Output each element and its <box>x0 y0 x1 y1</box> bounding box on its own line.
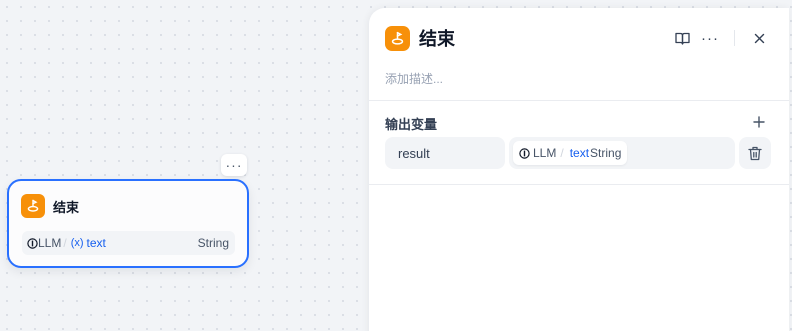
variable-separator: / <box>63 236 67 250</box>
end-node-card[interactable]: 结束 LLM / (x) text String <box>7 179 249 268</box>
end-node-icon <box>385 25 410 51</box>
variable-name-input[interactable] <box>385 137 505 169</box>
close-icon[interactable] <box>750 29 768 47</box>
panel-title[interactable]: 结束 <box>419 25 455 51</box>
llm-source-icon <box>519 147 530 159</box>
variable-source: LLM <box>533 146 557 160</box>
node-title: 结束 <box>53 199 80 215</box>
variable-name: text <box>569 146 590 160</box>
add-variable-button[interactable] <box>750 113 768 131</box>
trash-icon <box>748 146 762 160</box>
delete-variable-button[interactable] <box>739 137 771 169</box>
divider <box>369 184 789 185</box>
more-icon: ··· <box>225 157 243 173</box>
variable-selector[interactable]: LLM / text String <box>509 137 735 169</box>
docs-book-icon[interactable] <box>673 29 691 47</box>
variable-type: String <box>197 236 229 250</box>
node-output-variable: LLM / (x) text String <box>22 231 235 255</box>
toolbar-divider <box>734 30 735 46</box>
end-node-icon <box>21 194 45 218</box>
selected-variable-chip: LLM / text String <box>513 141 628 165</box>
variable-separator: / <box>560 146 564 160</box>
description-input[interactable]: 添加描述... <box>385 70 443 87</box>
divider <box>369 100 789 101</box>
llm-source-icon <box>27 237 38 249</box>
variable-source: LLM <box>38 236 62 250</box>
panel-header: 结束 <box>385 25 455 51</box>
more-icon[interactable]: ··· <box>701 29 719 47</box>
variable-type: String <box>590 146 622 160</box>
variable-name: text <box>86 236 106 250</box>
node-more-button[interactable]: ··· <box>221 154 247 176</box>
output-variables-title: 输出变量 <box>385 117 438 132</box>
node-settings-panel: 结束 ··· 添加描述... 输出变量 LLM / text String <box>369 8 789 331</box>
variable-icon: (x) <box>70 237 84 249</box>
plus-icon <box>753 116 765 128</box>
node-header: 结束 <box>21 194 79 218</box>
